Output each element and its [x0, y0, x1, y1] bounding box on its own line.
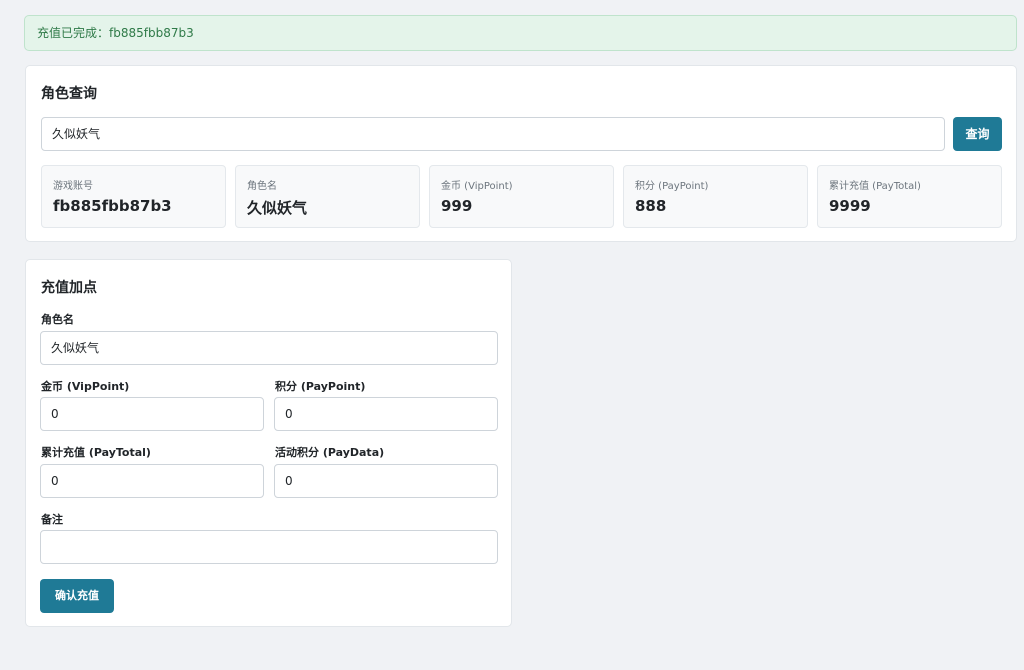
pay-data-label: 活动积分 (PayData): [275, 446, 385, 459]
pay-point-label: 积分 (PayPoint): [275, 380, 366, 393]
recharge-card: 充值加点 角色名 久似妖气 金币 (VipPoint) 0 积分 (PayPoi…: [25, 259, 512, 627]
stat-value: fb885fbb87b3: [53, 197, 172, 215]
stat-pay-total: 累计充值 (PayTotal) 9999: [817, 165, 1002, 228]
pay-total-label: 累计充值 (PayTotal): [41, 446, 151, 459]
stat-label: 角色名: [247, 181, 277, 192]
success-alert: 充值已完成：fb885fbb87b3: [24, 15, 1017, 51]
stat-value: 999: [441, 197, 473, 215]
role-search-input[interactable]: 久似妖气: [41, 117, 945, 151]
stat-value: 888: [635, 197, 667, 215]
stat-label: 游戏账号: [53, 181, 93, 192]
stat-label: 金币 (VipPoint): [441, 181, 513, 192]
role-name-label: 角色名: [41, 313, 74, 326]
alert-text: 充值已完成：fb885fbb87b3: [37, 26, 194, 40]
stat-game-account: 游戏账号 fb885fbb87b3: [41, 165, 226, 228]
confirm-recharge-button[interactable]: 确认充值: [40, 579, 114, 613]
pay-total-input[interactable]: 0: [40, 464, 264, 498]
stat-vip-point: 金币 (VipPoint) 999: [429, 165, 614, 228]
role-name-input[interactable]: 久似妖气: [40, 331, 498, 365]
stat-value: 久似妖气: [247, 199, 308, 217]
recharge-title: 充值加点: [41, 280, 97, 296]
pay-data-input[interactable]: 0: [274, 464, 498, 498]
note-input[interactable]: [40, 530, 498, 564]
note-label: 备注: [41, 513, 63, 526]
stat-value: 9999: [829, 197, 871, 215]
pay-point-input[interactable]: 0: [274, 397, 498, 431]
vip-point-input[interactable]: 0: [40, 397, 264, 431]
stat-role-name: 角色名 久似妖气: [235, 165, 420, 228]
stat-pay-point: 积分 (PayPoint) 888: [623, 165, 808, 228]
role-query-title: 角色查询: [41, 86, 97, 102]
query-button[interactable]: 查询: [953, 117, 1002, 151]
stat-label: 积分 (PayPoint): [635, 181, 709, 192]
vip-point-label: 金币 (VipPoint): [41, 380, 130, 393]
role-query-card: 角色查询 久似妖气 查询 游戏账号 fb885fbb87b3 角色名 久似妖气 …: [25, 65, 1017, 242]
stat-label: 累计充值 (PayTotal): [829, 181, 921, 192]
